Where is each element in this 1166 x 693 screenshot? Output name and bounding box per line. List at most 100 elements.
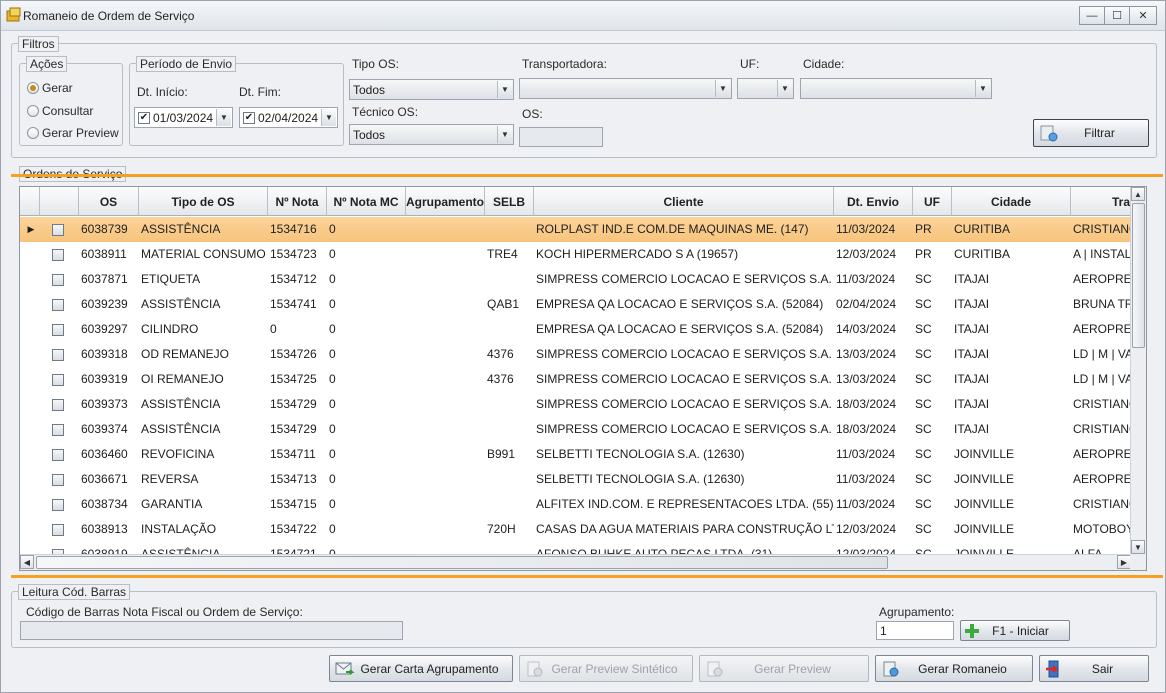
radio-gerar-preview[interactable]: Gerar Preview [27,126,119,140]
table-row[interactable]: 6039374 ASSISTÊNCIA 1534729 0 SIMPRESS COMER… [20,417,1131,442]
cell-uf: SC [915,497,932,511]
transportadora-select[interactable]: ▼ [519,78,732,99]
cell-nota-mc: 0 [329,447,336,461]
col-tipo-os[interactable]: Tipo de OS [139,187,268,216]
chevron-down-icon[interactable]: ▼ [497,81,512,98]
gerar-romaneio-button[interactable]: Gerar Romaneio [875,655,1033,682]
uf-select[interactable]: ▼ [737,78,794,99]
row-checkbox[interactable] [52,223,64,236]
codigo-barras-input[interactable] [20,621,403,640]
row-checkbox[interactable] [52,323,64,336]
row-checkbox[interactable] [52,523,64,536]
cell-cidade: JOINVILLE [954,472,1015,486]
scroll-left-icon[interactable]: ◀ [20,555,34,569]
scroll-up-icon[interactable]: ▲ [1131,187,1145,201]
table-row[interactable]: 6039373 ASSISTÊNCIA 1534729 0 SIMPRESS COMER… [20,392,1131,417]
table-row[interactable]: 6036460 REVOFICINA 1534711 0 B991 SELBETTI TE… [20,442,1131,467]
table-row[interactable]: 6038913 INSTALAÇÃO 1534722 0 720H CASAS DA AG… [20,517,1131,542]
table-row[interactable]: 6039239 ASSISTÊNCIA 1534741 0 QAB1 EMPRESA QA… [20,292,1131,317]
table-row[interactable]: 6037871 ETIQUETA 1534712 0 SIMPRESS COMERCIO… [20,267,1131,292]
cell-cidade: ITAJAI [954,347,990,361]
table-row[interactable]: 6039297 CILINDRO 0 0 EMPRESA QA LOCACAO E SE… [20,317,1131,342]
os-input[interactable] [519,127,603,147]
iniciar-button[interactable]: F1 - Iniciar [960,620,1070,641]
dt-inicio-checkbox[interactable]: ✔ [138,111,150,124]
cell-os: 6038913 [81,522,128,536]
cell-nota: 1534729 [270,422,317,436]
col-cidade[interactable]: Cidade [952,187,1071,216]
row-checkbox[interactable] [52,473,64,486]
cell-uf: SC [915,297,932,311]
chevron-down-icon[interactable]: ▼ [777,80,792,97]
vertical-scroll-thumb[interactable] [1132,203,1145,348]
horizontal-scroll-thumb[interactable] [36,556,888,569]
chevron-down-icon[interactable]: ▼ [321,109,336,126]
cell-dt-envio: 02/04/2024 [836,297,897,311]
row-checkbox[interactable] [52,498,64,511]
row-checkbox[interactable] [52,448,64,461]
table-row[interactable]: 6038911 MATERIAL CONSUMO 1534723 0 TRE4 KOCH … [20,242,1131,267]
maximize-button[interactable]: ☐ [1104,6,1130,25]
tipo-os-select[interactable]: Todos ▼ [349,79,514,100]
gerar-carta-agrupamento-button[interactable]: Gerar Carta Agrupamento [329,655,513,682]
cell-dt-envio: 11/03/2024 [836,222,896,236]
col-cliente[interactable]: Cliente [534,187,834,216]
dt-inicio-picker[interactable]: ✔ 01/03/2024 ▼ [134,107,233,128]
table-row[interactable]: 6039318 OD REMANEJO 1534726 0 4376 SIMPRESS C… [20,342,1131,367]
row-checkbox[interactable] [52,348,64,361]
cell-nota-mc: 0 [329,322,336,336]
col-dt-envio[interactable]: Dt. Envio [834,187,913,216]
cell-cidade: JOINVILLE [954,497,1015,511]
sair-button[interactable]: Sair [1039,655,1149,682]
dt-fim-picker[interactable]: ✔ 02/04/2024 ▼ [239,107,338,128]
cell-cliente: ALFITEX IND.COM. E REPRESENTACOES LTDA. … [536,497,834,511]
radio-consultar[interactable]: Consultar [27,104,93,118]
row-header [20,442,40,467]
cell-tipo-os: REVOFICINA [141,447,215,461]
gerar-preview-sintetico-button[interactable]: Gerar Preview Sintético [519,655,693,682]
ordens-grid[interactable]: OS Tipo de OS Nº Nota Nº Nota MC Agrupam… [19,186,1147,571]
filtrar-button[interactable]: Filtrar [1033,119,1149,147]
row-checkbox[interactable] [52,423,64,436]
chevron-down-icon[interactable]: ▼ [975,80,990,97]
col-uf[interactable]: UF [913,187,952,216]
close-button[interactable]: ✕ [1129,6,1157,25]
row-header [20,267,40,292]
row-checkbox[interactable] [52,248,64,261]
col-transportadora[interactable]: Tra [1071,187,1131,216]
scroll-down-icon[interactable]: ▼ [1131,540,1145,554]
col-nota[interactable]: Nº Nota [268,187,327,216]
vertical-scrollbar[interactable]: ▲ ▼ [1130,187,1146,554]
table-row[interactable]: 6038734 GARANTIA 1534715 0 ALFITEX IND.COM. … [20,492,1131,517]
row-checkbox[interactable] [52,398,64,411]
chevron-down-icon[interactable]: ▼ [497,126,512,143]
title-bar: Romaneio de Ordem de Serviço — ☐ ✕ [1,1,1165,31]
radio-gerar[interactable]: Gerar [27,81,73,95]
row-checkbox[interactable] [52,273,64,286]
gerar-preview-button[interactable]: Gerar Preview [699,655,869,682]
agrupamento-input[interactable]: 1 [876,621,954,640]
cell-cidade: ITAJAI [954,397,990,411]
horizontal-scrollbar[interactable]: ◀ ▶ [20,554,1131,570]
row-checkbox[interactable] [52,298,64,311]
chevron-down-icon[interactable]: ▼ [216,109,231,126]
col-agrupamento[interactable]: Agrupamento [406,187,485,216]
table-row[interactable]: 6036671 REVERSA 1534713 0 SELBETTI TECNOLOGI… [20,467,1131,492]
cidade-select[interactable]: ▼ [800,78,992,99]
table-row[interactable]: ▶ 6038739 ASSISTÊNCIA 1534716 0 ROLPLAST IND.… [20,217,1131,242]
scroll-right-icon[interactable]: ▶ [1117,555,1131,569]
table-row[interactable]: 6039319 OI REMANEJO 1534725 0 4376 SIMPRESS C… [20,367,1131,392]
tecnico-os-select[interactable]: Todos ▼ [349,124,514,145]
dt-fim-label: Dt. Fim: [239,85,281,99]
col-selb[interactable]: SELB [485,187,534,216]
row-header [20,517,40,542]
col-nota-mc[interactable]: Nº Nota MC [327,187,406,216]
cell-agrupamento [406,492,485,517]
cell-cidade: ITAJAI [954,272,990,286]
minimize-button[interactable]: — [1079,6,1105,25]
dt-fim-checkbox[interactable]: ✔ [243,111,255,124]
col-os[interactable]: OS [79,187,139,216]
row-checkbox[interactable] [52,373,64,386]
chevron-down-icon[interactable]: ▼ [715,80,730,97]
cell-nota: 1534715 [270,497,317,511]
